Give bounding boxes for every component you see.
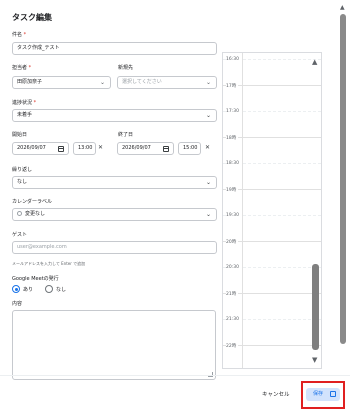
meet-option-no-label: なし xyxy=(56,286,67,293)
chevron-down-icon: ⌄ xyxy=(205,179,211,186)
chevron-down-icon: ⌄ xyxy=(99,79,105,86)
guest-label: ゲスト xyxy=(12,232,28,238)
start-label: 開始日 xyxy=(12,132,28,138)
title-input[interactable]: タスク作成_テスト xyxy=(12,42,217,55)
dialog-scrollbar[interactable]: ▲ xyxy=(339,4,347,356)
timeline-slot: 22時 xyxy=(223,344,321,352)
timeline-slot: 19:30 xyxy=(223,213,321,221)
cc-label: 新規先 xyxy=(118,65,134,71)
timeline-slot: 21時 xyxy=(223,292,321,300)
repeat-label: 繰り返し xyxy=(12,167,33,173)
meet-option-yes-label: あり xyxy=(23,286,34,293)
status-select[interactable]: 未着手 ⌄ xyxy=(12,109,217,122)
timeline-slot: 20:30 xyxy=(223,265,321,273)
close-icon[interactable]: ✕ xyxy=(205,144,210,151)
end-time-input[interactable]: 15:00 xyxy=(178,142,201,155)
timeline-scrollbar[interactable]: ▲ ▼ xyxy=(310,58,322,364)
calendar-label-label: カレンダーラベル xyxy=(12,199,53,205)
guest-hint: メールアドレスを入力して Enter で追加 xyxy=(12,261,86,266)
meet-radio-yes[interactable] xyxy=(12,285,20,293)
dialog-title: タスク編集 xyxy=(12,13,52,22)
triangle-down-icon[interactable]: ▼ xyxy=(312,356,317,364)
start-date-input[interactable]: 2026/09/07 xyxy=(12,142,69,155)
assignee-select[interactable]: 田原加奈子 ⌄ xyxy=(12,76,111,89)
calendar-label-select[interactable]: 変更なし ⌄ xyxy=(12,208,217,221)
cc-placeholder: 選択してください xyxy=(122,79,162,85)
title-label: 件名 * xyxy=(12,32,27,38)
timeline-slot: 18時 xyxy=(223,136,321,144)
end-date-input[interactable]: 2026/09/07 xyxy=(117,142,174,155)
meet-radio-group: あり なし xyxy=(12,285,66,293)
calendar-icon[interactable] xyxy=(163,146,169,152)
circle-icon xyxy=(17,211,22,216)
chevron-down-icon: ⌄ xyxy=(205,112,211,119)
timeline-slot: 17時 xyxy=(223,84,321,92)
assignee-label: 担当者 * xyxy=(12,65,32,71)
triangle-up-icon[interactable]: ▲ xyxy=(340,4,345,11)
repeat-select[interactable]: なし ⌄ xyxy=(12,176,217,189)
timeline-slot: 17:30 xyxy=(223,109,321,117)
repeat-value: なし xyxy=(17,179,28,185)
cc-select[interactable]: 選択してください ⌄ xyxy=(117,76,217,89)
end-date-value: 2026/09/07 xyxy=(122,145,151,151)
start-date-value: 2026/09/07 xyxy=(17,145,46,151)
calendar-label-value: 変更なし xyxy=(25,211,46,217)
content-label: 内容 xyxy=(12,301,23,307)
triangle-up-icon[interactable]: ▲ xyxy=(312,58,317,66)
meet-label: Google Meetの発行 xyxy=(12,276,59,282)
day-timeline[interactable]: 16:30 17時 17:30 18時 18:30 19時 19:30 20時 … xyxy=(222,52,322,369)
chevron-down-icon: ⌄ xyxy=(205,211,211,218)
footer-divider xyxy=(0,375,350,376)
assignee-value: 田原加奈子 xyxy=(17,79,43,85)
meet-radio-no[interactable] xyxy=(45,285,54,293)
save-highlight: 保存 xyxy=(301,381,345,409)
content-textarea[interactable] xyxy=(12,310,216,380)
end-label: 終了日 xyxy=(118,132,134,138)
timeline-scroll-thumb[interactable] xyxy=(312,264,319,350)
guest-input[interactable]: user@example.com xyxy=(12,241,217,254)
calendar-icon[interactable] xyxy=(58,146,64,152)
cancel-button[interactable]: キャンセル xyxy=(262,390,290,398)
timeline-slot: 19時 xyxy=(223,188,321,196)
timeline-slot: 21:30 xyxy=(223,317,321,325)
timeline-slot: 16:30 xyxy=(223,57,321,65)
chevron-down-icon: ⌄ xyxy=(205,79,211,86)
timeline-slot: 20時 xyxy=(223,240,321,248)
dialog-scroll-thumb[interactable] xyxy=(340,14,346,344)
close-icon[interactable]: ✕ xyxy=(98,144,103,151)
status-value: 未着手 xyxy=(17,112,33,118)
timeline-slot: 18:30 xyxy=(223,161,321,169)
save-icon xyxy=(330,391,336,397)
status-label: 進捗状況 * xyxy=(12,100,37,106)
save-button[interactable]: 保存 xyxy=(306,388,340,401)
save-label: 保存 xyxy=(313,391,324,397)
start-time-input[interactable]: 13:00 xyxy=(73,142,96,155)
